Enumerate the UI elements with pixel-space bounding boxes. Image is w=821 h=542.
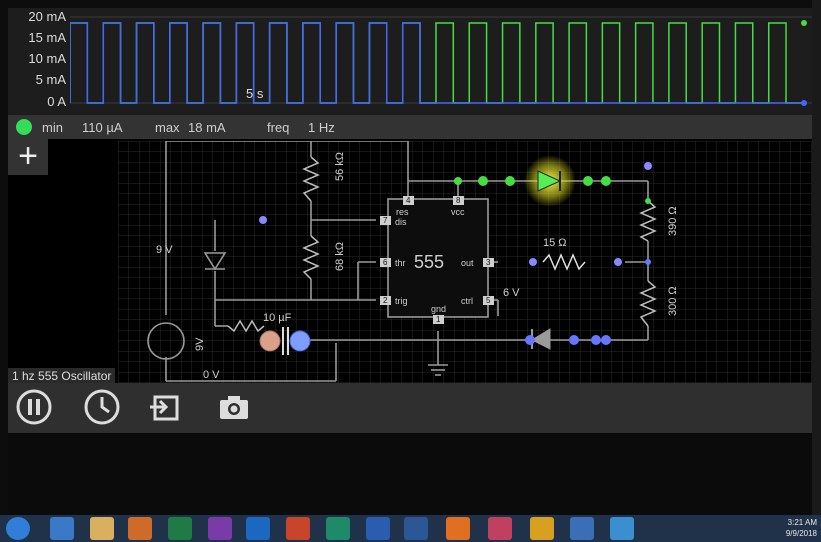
pin-ctrl: ctrl [461,296,473,306]
app-icon[interactable] [488,517,512,540]
circuit-title: 1 hz 555 Oscillator [8,368,116,384]
axis-label: 5 mA [35,72,66,87]
scope-info-bar: min 110 µA max 18 mA freq 1 Hz [8,115,812,139]
circuit-canvas[interactable]: + 56 kΩ 68 kΩ 390 Ω 300 Ω 15 Ω 10 µF 9 V… [8,139,812,383]
pin-vcc: vcc [451,207,465,217]
pin4-num: 4 [406,196,411,205]
scope-axis: 20 mA 15 mA 10 mA 5 mA 0 A [8,8,70,115]
pin-thr: thr [395,258,406,268]
bottom-toolbar [8,383,812,433]
pin1-num: 1 [436,315,441,324]
camera-icon[interactable] [214,387,254,427]
cap-label: 10 µF [263,312,292,324]
current-trace [70,22,804,104]
powerpoint-icon[interactable] [286,517,310,540]
trace-end-dot [801,100,807,106]
explorer-icon[interactable] [90,517,114,540]
plus-icon[interactable]: + [8,139,48,175]
capacitor-minus [289,330,311,352]
axis-label: 15 mA [28,30,66,45]
pin-trig: trig [395,296,408,306]
status-dot-icon [16,119,32,135]
circuit-diagram[interactable]: 56 kΩ 68 kΩ 390 Ω 300 Ω 15 Ω 10 µF 9 V 9… [118,141,812,383]
windows-taskbar: 3:21 AM 9/9/2018 [0,515,821,542]
pin5-num: 5 [486,296,491,305]
pause-icon[interactable] [14,387,54,427]
clock-icon[interactable] [82,387,122,427]
pin-gnd: gnd [431,304,446,314]
app-icon[interactable] [610,517,634,540]
freq-value: 1 Hz [308,120,335,135]
visio-icon[interactable] [366,517,390,540]
outlook-icon[interactable] [246,517,270,540]
publisher-icon[interactable] [326,517,350,540]
clock-time: 3:21 AM [787,518,817,527]
excel-icon[interactable] [168,517,192,540]
media-icon[interactable] [128,517,152,540]
battery2-label: 9V [194,337,206,351]
pin-res: res [396,207,409,217]
vgnd-label: 0 V [203,369,220,381]
vout-label: 6 V [503,287,520,299]
r4-label: 390 Ω [667,206,679,236]
r5-label: 300 Ω [667,286,679,316]
battery-label: 9 V [156,244,173,256]
min-value: 110 µA [82,120,123,135]
pin-dis: dis [395,217,407,227]
scope-plot [70,16,812,106]
freq-label: freq [267,120,290,135]
capacitor-plus [259,330,281,352]
trace-end-dot [801,20,807,26]
output-trace [70,22,802,104]
r2-label: 68 kΩ [334,242,346,271]
pin2-num: 2 [383,296,388,305]
pin8-num: 8 [456,196,461,205]
min-label: min [42,120,63,135]
firefox-icon[interactable] [446,517,470,540]
word-icon[interactable] [404,517,428,540]
axis-label: 20 mA [28,9,66,24]
start-icon[interactable] [6,517,30,540]
onenote-icon[interactable] [208,517,232,540]
taskbar-clock[interactable]: 3:21 AM 9/9/2018 [786,517,817,539]
chrome-icon[interactable] [530,517,554,540]
pin6-num: 6 [383,258,388,267]
pin3-num: 3 [486,258,491,267]
axis-label: 0 A [47,94,66,109]
oscilloscope-panel[interactable]: 20 mA 15 mA 10 mA 5 mA 0 A 5 s [8,8,812,115]
max-label: max [155,120,180,135]
app-icon[interactable] [570,517,594,540]
clock-date: 9/9/2018 [785,529,817,538]
ie-icon[interactable] [50,517,74,540]
scope-time-label: 5 s [246,86,264,101]
chip-label: 555 [414,252,444,272]
axis-label: 10 mA [28,51,66,66]
export-icon[interactable] [146,387,186,427]
right-side-strip [812,0,821,515]
max-value: 18 mA [188,120,226,135]
pin7-num: 7 [383,216,388,225]
empty-area [8,433,812,515]
r3-label: 15 Ω [543,237,567,249]
r1-label: 56 kΩ [334,152,346,181]
pin-out: out [461,258,474,268]
